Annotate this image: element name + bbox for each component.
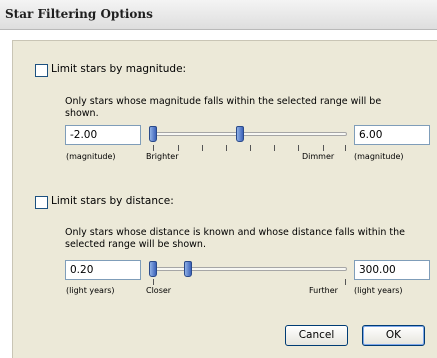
distance-min-input[interactable]: 0.20 — [65, 260, 141, 280]
distance-checkbox-label: Limit stars by distance: — [51, 195, 174, 207]
distance-tick — [345, 279, 346, 285]
magnitude-tick — [202, 145, 203, 151]
magnitude-tick — [323, 145, 324, 151]
magnitude-max-unit: (magnitude) — [354, 152, 404, 161]
magnitude-max-input[interactable]: 6.00 — [354, 125, 430, 145]
magnitude-tick — [226, 145, 227, 151]
magnitude-min-thumb-icon[interactable] — [149, 126, 157, 142]
distance-tick — [153, 279, 154, 285]
distance-description: Only stars whose distance is known and w… — [65, 227, 406, 250]
magnitude-dimmer-label: Dimmer — [302, 152, 335, 161]
cancel-button[interactable]: Cancel — [285, 325, 348, 346]
magnitude-tick — [274, 145, 275, 151]
distance-max-unit: (light years) — [354, 286, 403, 295]
options-panel: Limit stars by magnitude: Only stars who… — [12, 40, 437, 358]
magnitude-min-input[interactable]: -2.00 — [65, 125, 141, 145]
magnitude-tick — [250, 145, 251, 151]
ok-button[interactable]: OK — [362, 325, 425, 346]
magnitude-min-unit: (magnitude) — [66, 152, 116, 161]
distance-closer-label: Closer — [146, 286, 172, 295]
distance-checkbox[interactable] — [35, 196, 48, 209]
title-bar[interactable]: Star Filtering Options — [0, 0, 437, 30]
magnitude-max-thumb-icon[interactable] — [236, 126, 244, 142]
distance-further-label: Further — [309, 286, 338, 295]
distance-min-thumb-icon[interactable] — [149, 261, 157, 277]
distance-max-input[interactable]: 300.00 — [354, 260, 430, 280]
magnitude-description: Only stars whose magnitude falls within … — [65, 96, 382, 119]
magnitude-tick — [153, 145, 154, 151]
distance-slider-track — [151, 267, 347, 271]
magnitude-brighter-label: Brighter — [146, 152, 179, 161]
distance-min-unit: (light years) — [66, 286, 115, 295]
window-title: Star Filtering Options — [5, 7, 153, 21]
magnitude-checkbox[interactable] — [35, 64, 48, 77]
magnitude-slider-track — [151, 132, 347, 136]
magnitude-checkbox-label: Limit stars by magnitude: — [51, 63, 187, 75]
magnitude-tick — [178, 145, 179, 151]
magnitude-tick — [345, 145, 346, 151]
magnitude-tick — [298, 145, 299, 151]
distance-max-thumb-icon[interactable] — [184, 261, 192, 277]
